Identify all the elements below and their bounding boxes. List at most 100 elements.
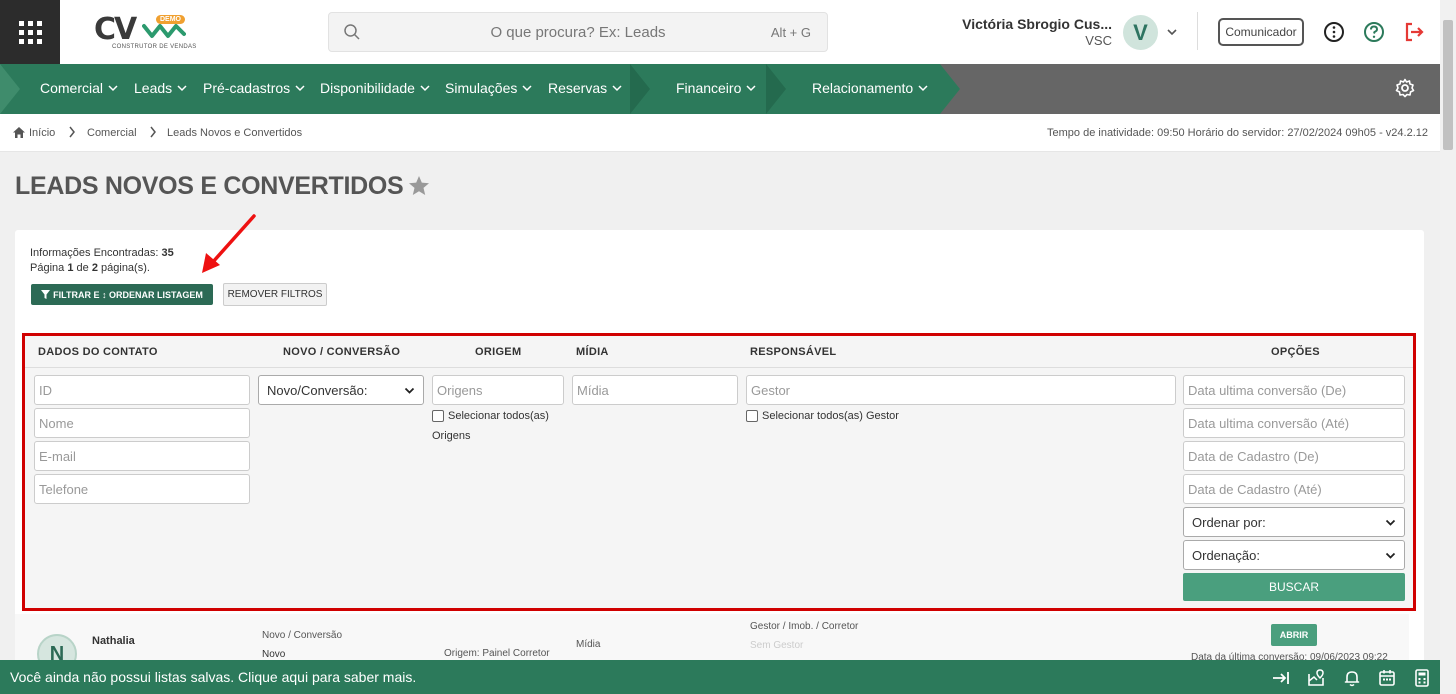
nav-item-disponibilidade[interactable]: Disponibilidade (320, 80, 430, 96)
filter-header-row: DADOS DO CONTATO NOVO / CONVERSÃO ORIGEM… (25, 336, 1413, 368)
logout-icon[interactable] (1403, 21, 1425, 43)
filter-order-button[interactable]: FILTRAR E ↕ ORDENAR LISTAGEM (31, 284, 213, 305)
search-placeholder: O que procura? Ex: Leads (490, 24, 666, 41)
nav-item-pre-cadastros[interactable]: Pré-cadastros (203, 80, 305, 96)
origens-select-all[interactable]: Selecionar todos(as) (432, 410, 549, 422)
lead-origem: Origem: Painel Corretor (444, 648, 550, 659)
nav-item-relacionamento[interactable]: Relacionamento (812, 80, 928, 96)
lead-novo-label: Novo / Conversão (262, 630, 343, 641)
origens-select-all-label2: Origens (432, 430, 471, 442)
checkbox[interactable] (432, 410, 444, 422)
page-scrollbar[interactable] (1440, 0, 1456, 694)
user-avatar[interactable]: V (1123, 15, 1158, 50)
data-cadastro-ate-field[interactable]: Data de Cadastro (Até) (1183, 474, 1405, 504)
page-total: 2 (91, 262, 98, 274)
header-responsavel: RESPONSÁVEL (750, 346, 837, 358)
origens-field[interactable]: Origens (432, 375, 564, 405)
checkbox[interactable] (746, 410, 758, 422)
calendar-icon[interactable] (1377, 668, 1397, 688)
page-title: LEADS NOVOS E CONVERTIDOS (15, 172, 404, 200)
chevron-down-icon (1385, 552, 1396, 559)
saved-lists-bar[interactable]: Você ainda não possui listas salvas. Cli… (0, 660, 1440, 694)
nav-label: Relacionamento (812, 80, 914, 96)
telefone-field[interactable]: Telefone (34, 474, 250, 504)
page-of: de (76, 262, 89, 274)
novo-conversao-select[interactable]: Novo/Conversão: (258, 375, 424, 405)
lead-name: Nathalia (92, 635, 135, 647)
top-bar: CV DEMO CONSTRUTOR DE VENDAS O que procu… (0, 0, 1440, 64)
server-info: Tempo de inatividade: 09:50 Horário do s… (1047, 127, 1428, 139)
saved-lists-message[interactable]: Você ainda não possui listas salvas. Cli… (10, 669, 416, 685)
lead-responsavel-label: Gestor / Imob. / Corretor (750, 621, 859, 632)
results-count-label: Informações Encontradas: (30, 247, 159, 259)
ordenar-por-select[interactable]: Ordenar por: (1183, 507, 1405, 537)
header-midia: MÍDIA (576, 346, 609, 358)
nav-label: Leads (134, 80, 173, 96)
chevron-down-icon (108, 85, 118, 92)
info-icon[interactable] (1323, 21, 1345, 43)
nav-item-leads[interactable]: Leads (134, 80, 187, 96)
filter-panel: DADOS DO CONTATO NOVO / CONVERSÃO ORIGEM… (22, 333, 1416, 611)
nav-item-reservas[interactable]: Reservas (548, 80, 622, 96)
nome-field[interactable]: Nome (34, 408, 250, 438)
chevron-down-icon (746, 85, 756, 92)
novo-conversao-value: Novo/Conversão: (267, 382, 368, 398)
ordenar-por-value: Ordenar por: (1192, 514, 1266, 530)
map-pin-icon[interactable] (1306, 668, 1326, 688)
breadcrumb-comercial[interactable]: Comercial (87, 127, 137, 139)
apps-menu-button[interactable] (0, 0, 60, 64)
midia-field[interactable]: Mídia (572, 375, 738, 405)
nav-label: Simulações (445, 80, 518, 96)
nav-label: Pré-cadastros (203, 80, 291, 96)
lead-responsavel-value: Sem Gestor (750, 640, 804, 651)
chevron-down-icon (918, 85, 928, 92)
home-icon[interactable] (12, 126, 26, 139)
help-icon[interactable] (1363, 21, 1385, 43)
data-conversao-de-field[interactable]: Data ultima conversão (De) (1183, 375, 1405, 405)
logo-letters: CV (94, 12, 137, 47)
nav-item-simulacoes[interactable]: Simulações (445, 80, 532, 96)
nav-chevron-divider (0, 64, 20, 114)
search-shortcut: Alt + G (770, 25, 811, 40)
page-current: 1 (67, 262, 74, 274)
data-cadastro-de-field[interactable]: Data de Cadastro (De) (1183, 441, 1405, 471)
collapse-right-icon[interactable] (1271, 668, 1291, 688)
global-search[interactable]: O que procura? Ex: Leads Alt + G (328, 12, 828, 52)
page-prefix: Página (30, 262, 65, 274)
bell-icon[interactable] (1342, 668, 1362, 688)
abrir-button[interactable]: ABRIR (1271, 624, 1317, 646)
chevron-down-icon (522, 85, 532, 92)
nav-chevron-divider (766, 64, 786, 114)
chevron-right-icon (150, 126, 156, 138)
cv-logo[interactable]: CV DEMO CONSTRUTOR DE VENDAS (92, 10, 196, 54)
chevron-right-icon (69, 126, 75, 138)
comunicador-button[interactable]: Comunicador (1218, 18, 1304, 46)
data-conversao-ate-field[interactable]: Data ultima conversão (Até) (1183, 408, 1405, 438)
lead-novo-value: Novo (262, 649, 286, 660)
star-icon[interactable] (408, 175, 430, 196)
remove-filters-button[interactable]: REMOVER FILTROS (223, 283, 327, 306)
header-origem: ORIGEM (475, 346, 522, 358)
user-name[interactable]: Victória Sbrogio Cus... (962, 16, 1112, 32)
breadcrumb-home[interactable]: Início (29, 127, 55, 139)
results-count: Informações Encontradas: 35 (30, 247, 174, 259)
chevron-down-icon (612, 85, 622, 92)
scrollbar-thumb[interactable] (1443, 20, 1453, 150)
nav-item-financeiro[interactable]: Financeiro (676, 80, 756, 96)
header-novo-conversao: NOVO / CONVERSÃO (283, 346, 401, 358)
calculator-icon[interactable] (1412, 668, 1432, 688)
nav-item-comercial[interactable]: Comercial (40, 80, 118, 96)
chevron-down-icon (404, 387, 415, 394)
gestor-field[interactable]: Gestor (746, 375, 1176, 405)
gestor-select-all[interactable]: Selecionar todos(as) Gestor (746, 410, 899, 422)
logo-demo-badge: DEMO (156, 15, 185, 24)
gear-icon[interactable] (1395, 78, 1415, 98)
chevron-down-icon[interactable] (1166, 26, 1178, 38)
buscar-button[interactable]: BUSCAR (1183, 573, 1405, 601)
header-dados-contato: DADOS DO CONTATO (38, 346, 158, 358)
lead-midia: Mídia (576, 639, 601, 650)
email-field[interactable]: E-mail (34, 441, 250, 471)
apps-grid-icon (18, 20, 42, 44)
id-field[interactable]: ID (34, 375, 250, 405)
ordenacao-select[interactable]: Ordenação: (1183, 540, 1405, 570)
